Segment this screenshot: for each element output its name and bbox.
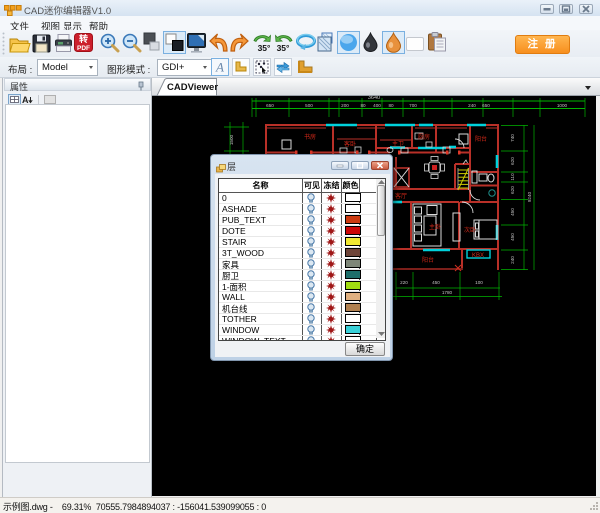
svg-text:450: 450 <box>510 233 515 241</box>
svg-text:书房: 书房 <box>304 133 316 141</box>
svg-text:650: 650 <box>482 103 490 108</box>
svg-text:220: 220 <box>400 280 408 285</box>
svg-text:1500: 1500 <box>229 134 234 145</box>
svg-text:620: 620 <box>510 157 515 165</box>
svg-text:9240: 9240 <box>527 191 532 202</box>
svg-text:1000: 1000 <box>557 103 568 108</box>
svg-text:厨房: 厨房 <box>418 133 430 141</box>
svg-text:620: 620 <box>510 186 515 194</box>
svg-text:80: 80 <box>360 103 366 108</box>
svg-text:主卫: 主卫 <box>392 140 404 148</box>
svg-text:阳台: 阳台 <box>475 135 487 143</box>
svg-text:400: 400 <box>373 103 381 108</box>
svg-text:700: 700 <box>409 103 417 108</box>
svg-text:3640: 3640 <box>368 96 380 101</box>
svg-text:650: 650 <box>266 103 274 108</box>
svg-text:240: 240 <box>468 103 476 108</box>
svg-text:主卧: 主卧 <box>429 223 441 231</box>
svg-text:80: 80 <box>388 103 394 108</box>
svg-text:200: 200 <box>341 103 349 108</box>
svg-text:A: A <box>215 60 224 75</box>
svg-text:次卧: 次卧 <box>464 226 476 234</box>
svg-text:客厅: 客厅 <box>395 192 407 200</box>
svg-text:客卧: 客卧 <box>344 140 356 148</box>
svg-text:450: 450 <box>510 208 515 216</box>
svg-text:阳台: 阳台 <box>422 256 434 264</box>
svg-text:110: 110 <box>510 173 515 181</box>
svg-text:1780: 1780 <box>442 290 453 295</box>
svg-text:KBX: KBX <box>472 253 484 259</box>
svg-text:100: 100 <box>475 280 483 285</box>
svg-text:500: 500 <box>305 103 313 108</box>
svg-text:740: 740 <box>510 134 515 142</box>
svg-text:240: 240 <box>510 256 515 264</box>
svg-text:450: 450 <box>432 280 440 285</box>
